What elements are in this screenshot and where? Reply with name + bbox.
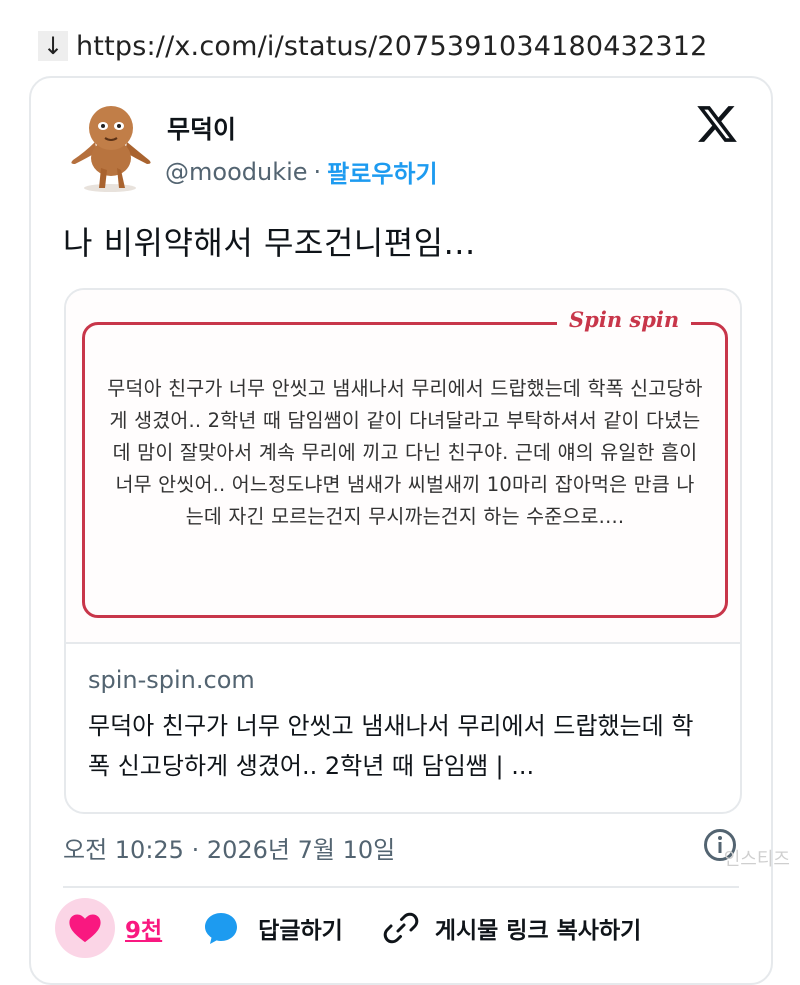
tweet-text: 나 비위약해서 무조건니편임... — [63, 224, 476, 262]
link-chain-icon[interactable] — [383, 910, 419, 946]
author-handle[interactable]: @moodukie — [165, 158, 308, 186]
handle-row: @moodukie · 팔로우하기 — [165, 154, 438, 189]
link-description: 무덕아 친구가 너무 안씻고 냄새나서 무리에서 드랍했는데 학폭 신고당하게 … — [88, 712, 694, 780]
watermark-logo: 인스티즈 — [723, 849, 790, 870]
follow-button[interactable]: 팔로우하기 — [327, 154, 437, 189]
divider — [63, 886, 739, 888]
copy-link-button[interactable]: 게시물 링크 복사하기 — [435, 911, 641, 945]
brand-logo: Spin spin — [557, 307, 692, 332]
download-arrow-icon: ↓ — [38, 31, 68, 61]
reply-button[interactable]: 답글하기 — [258, 911, 343, 945]
link-preview-card[interactable]: Spin spin 무덕아 친구가 너무 안씻고 냄새나서 무리에서 드랍했는데… — [64, 288, 742, 814]
x-logo-icon[interactable] — [695, 102, 739, 146]
avatar[interactable] — [65, 102, 155, 194]
preview-frame: Spin spin 무덕아 친구가 너무 안씻고 냄새나서 무리에서 드랍했는데… — [82, 307, 728, 618]
like-count[interactable]: 9천 — [125, 911, 162, 945]
author-name[interactable]: 무덕이 — [167, 110, 236, 146]
link-domain: spin-spin.com — [88, 666, 255, 694]
like-button[interactable] — [55, 898, 115, 958]
timestamp[interactable]: 오전 10:25 · 2026년 7월 10일 — [63, 830, 395, 865]
tweet-card: 무덕이 @moodukie · 팔로우하기 나 비위약해서 무조건니편임... … — [29, 76, 773, 985]
status-url[interactable]: https://x.com/i/status/20753910341804323… — [76, 31, 708, 62]
action-bar: 9천 답글하기 게시물 링크 복사하기 — [55, 896, 751, 960]
heart-icon — [69, 914, 101, 943]
preview-text: 무덕아 친구가 너무 안씻고 냄새나서 무리에서 드랍했는데 학폭 신고당하게 … — [107, 377, 703, 528]
url-line: ↓ https://x.com/i/status/207539103418043… — [38, 22, 708, 70]
preview-image: Spin spin 무덕아 친구가 너무 안씻고 냄새나서 무리에서 드랍했는데… — [66, 290, 740, 644]
separator: · — [313, 157, 322, 186]
reply-bubble-icon[interactable] — [202, 909, 240, 947]
